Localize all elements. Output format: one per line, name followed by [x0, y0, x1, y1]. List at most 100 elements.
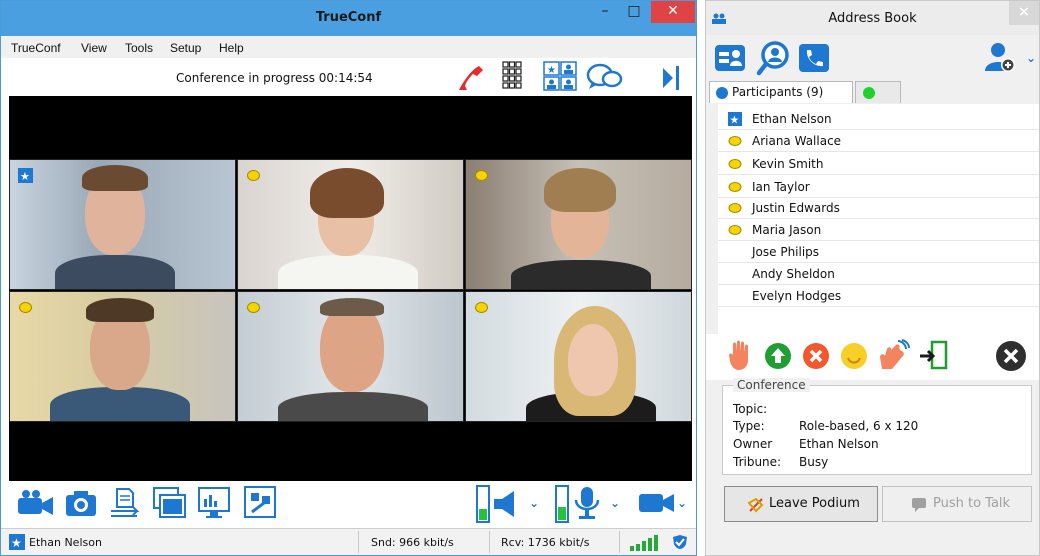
user-star-icon: ★ — [9, 534, 25, 550]
receive-bitrate: Rcv: 1736 kbit/s — [501, 536, 590, 549]
top-toolbar: Conference in progress 00:14:54 ★ — [1, 58, 696, 96]
call-icon[interactable] — [798, 43, 830, 73]
video-tile[interactable] — [465, 159, 692, 290]
owner-label: Owner — [733, 437, 773, 451]
applause-icon[interactable] — [876, 339, 910, 373]
participant-row[interactable]: Ian Taylor — [718, 176, 1039, 198]
signal-strength-icon — [630, 535, 658, 551]
video-tile[interactable] — [465, 291, 692, 422]
title-bar[interactable]: TrueConf – □ ✕ — [1, 1, 696, 36]
speaker-badge-icon — [728, 182, 742, 192]
main-window: TrueConf – □ ✕ TrueConf View Tools Setup… — [0, 0, 697, 556]
speaker-badge-icon — [475, 170, 488, 181]
address-book-title-bar[interactable]: Address Book × — [706, 1, 1039, 35]
remove-participant-icon[interactable] — [802, 342, 830, 370]
secure-shield-icon — [673, 535, 687, 549]
snapshot-icon[interactable] — [65, 489, 97, 517]
tab-online[interactable] — [855, 81, 901, 103]
participant-name: Maria Jason — [752, 223, 822, 237]
camera-icon[interactable] — [17, 489, 55, 517]
participant-row[interactable]: Ariana Wallace — [718, 130, 1039, 152]
chat-icon[interactable] — [586, 62, 624, 92]
leave-conference-icon[interactable] — [918, 340, 950, 372]
person-body — [511, 260, 651, 289]
status-divider — [358, 531, 359, 553]
video-tile[interactable] — [237, 291, 464, 422]
svg-text:★: ★ — [547, 65, 556, 76]
participant-row[interactable]: Evelyn Hodges — [718, 285, 1039, 307]
speaker-volume-icon[interactable] — [492, 489, 518, 519]
participant-name: Ethan Nelson — [752, 112, 832, 126]
tab-participants[interactable]: Participants (9) — [709, 81, 853, 103]
participant-actions — [706, 334, 1039, 380]
screen-share-icon[interactable] — [198, 487, 232, 519]
video-area[interactable]: ★ — [9, 96, 692, 481]
leave-podium-label: Leave Podium — [769, 496, 860, 511]
conference-status: Conference in progress 00:14:54 — [176, 71, 373, 85]
participant-row[interactable]: Maria Jason — [718, 219, 1039, 241]
participant-row[interactable]: Kevin Smith — [718, 153, 1039, 175]
participant-name: Evelyn Hodges — [752, 289, 842, 303]
current-user-name: Ethan Nelson — [29, 536, 102, 549]
person-hair — [82, 165, 148, 191]
tribune-value: Busy — [799, 455, 829, 469]
smile-icon[interactable] — [840, 342, 868, 370]
raise-hand-icon[interactable] — [728, 340, 754, 372]
address-book-close-button[interactable]: × — [1009, 1, 1039, 25]
add-contact-icon[interactable] — [984, 41, 1016, 73]
contacts-icon[interactable] — [714, 44, 746, 72]
speaker-badge-icon — [728, 203, 742, 213]
hangup-icon[interactable] — [453, 62, 485, 94]
search-icon[interactable] — [756, 40, 792, 76]
list-tab-bar: Participants (9) — [706, 79, 1039, 103]
promote-to-podium-icon[interactable] — [764, 342, 792, 370]
svg-text:★: ★ — [730, 114, 740, 127]
participant-row[interactable]: Andy Sheldon — [718, 263, 1039, 285]
participant-row[interactable]: ★ Ethan Nelson — [718, 108, 1039, 130]
microphone-dropdown-icon[interactable]: ⌄ — [610, 496, 620, 510]
menu-help[interactable]: Help — [219, 41, 244, 55]
maximize-button[interactable]: □ — [623, 1, 645, 23]
menu-tools[interactable]: Tools — [125, 41, 153, 55]
person-hair — [86, 298, 154, 322]
participant-name: Justin Edwards — [752, 201, 840, 215]
status-divider — [619, 531, 620, 553]
minimize-button[interactable]: – — [594, 1, 616, 23]
layout-icon[interactable]: ★ — [543, 61, 577, 91]
push-to-talk-button[interactable]: Push to Talk — [882, 486, 1032, 522]
video-tile[interactable] — [9, 291, 236, 422]
leave-podium-button[interactable]: Leave Podium — [724, 486, 878, 522]
dialpad-icon[interactable] — [502, 61, 522, 91]
participant-name: Andy Sheldon — [752, 267, 835, 281]
speaker-badge-icon — [247, 302, 260, 313]
close-actions-icon[interactable] — [995, 340, 1027, 372]
add-contact-dropdown-icon[interactable]: ⌄ — [1026, 51, 1036, 65]
camera-dropdown-icon[interactable]: ⌄ — [677, 496, 687, 510]
window-share-icon[interactable] — [153, 487, 187, 519]
type-label: Type: — [733, 419, 765, 433]
collapse-panel-icon[interactable] — [661, 66, 681, 90]
video-tile[interactable]: ★ — [9, 159, 236, 290]
leave-podium-icon — [747, 497, 764, 513]
participants-tab-label: Participants (9) — [732, 85, 824, 99]
menu-view[interactable]: View — [81, 41, 107, 55]
video-camera-icon[interactable] — [638, 491, 676, 515]
owner-star-icon: ★ — [728, 112, 742, 126]
conference-legend: Conference — [733, 378, 810, 392]
speaker-badge-icon — [728, 225, 742, 235]
menu-trueconf[interactable]: TrueConf — [11, 41, 61, 55]
video-tile[interactable] — [237, 159, 464, 290]
participant-row[interactable]: Justin Edwards — [718, 197, 1039, 219]
menu-setup[interactable]: Setup — [170, 41, 201, 55]
participant-row[interactable]: Jose Philips — [718, 241, 1039, 263]
share-file-icon[interactable] — [109, 487, 141, 519]
conference-info-box: Conference Topic: Type: Role-based, 6 x … — [722, 378, 1032, 475]
person-hair — [310, 168, 384, 218]
owner-value: Ethan Nelson — [799, 437, 879, 451]
speaker-dropdown-icon[interactable]: ⌄ — [529, 496, 539, 510]
whiteboard-icon[interactable] — [244, 486, 278, 520]
close-button[interactable]: ✕ — [651, 1, 695, 23]
person-body — [55, 255, 175, 289]
send-bitrate: Snd: 966 kbit/s — [371, 536, 454, 549]
microphone-icon[interactable] — [573, 486, 601, 520]
